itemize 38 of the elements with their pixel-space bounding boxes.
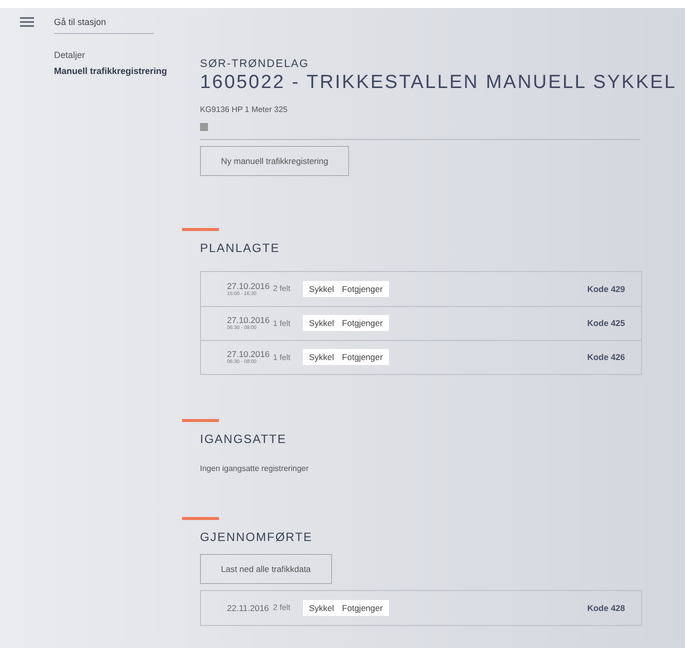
tag-label: Fotgjenger: [342, 284, 383, 294]
date-text: 27.10.2016: [227, 280, 271, 291]
accent-bar: [182, 516, 219, 520]
accent-bar: [182, 228, 219, 231]
county-heading: SØR-TRØNDELAG: [200, 58, 310, 70]
new-registration-button[interactable]: Ny manuell trafikkregistering: [200, 146, 350, 176]
code-text: Kode 426: [587, 352, 625, 362]
tag-label: Sykkel: [309, 352, 334, 362]
go-to-station-link[interactable]: Gå til stasjon: [54, 16, 154, 34]
date-text: 27.10.2016: [227, 315, 271, 326]
tag-label: Fotgjenger: [342, 602, 383, 613]
nav-link[interactable]: Manuell trafikkregistrering: [54, 66, 182, 76]
tag-label: Fotgjenger: [342, 318, 383, 328]
empty-message: Ingen igangsatte registreringer: [200, 464, 310, 473]
tag-label: Sykkel: [309, 318, 334, 328]
tag-label: Sykkel: [309, 602, 334, 613]
station-title: 1605022 - TRIKKESTALLEN MANUELL SYKKEL: [200, 72, 678, 95]
station-subtitle: KG9136 HP 1 Meter 325: [200, 104, 288, 114]
code-text: Kode 428: [587, 602, 625, 613]
registration-row[interactable]: 22.11.2016 2 felt Sykkel Fotgjenger Kode 428: [201, 590, 641, 625]
code-text: Kode 425: [587, 318, 625, 328]
tag-label: Fotgjenger: [342, 352, 383, 362]
download-button[interactable]: Last ned alle trafikkdata: [200, 554, 332, 584]
section-heading: GJENNOMFØRTE: [200, 530, 314, 544]
lanes-text: 2 felt: [273, 284, 292, 294]
date-text: 27.10.2016: [227, 349, 271, 360]
section-heading: PLANLAGTE: [200, 240, 281, 255]
lanes-text: 2 felt: [273, 603, 292, 612]
status-square-icon: [200, 122, 208, 131]
lanes-text: 1 felt: [273, 352, 292, 362]
section-heading: IGANGSATTE: [200, 432, 288, 446]
lanes-text: 1 felt: [273, 318, 292, 328]
tag-label: Sykkel: [309, 284, 334, 294]
date-text: 22.11.2016: [227, 602, 270, 613]
menu-icon[interactable]: [20, 17, 34, 27]
accent-bar: [182, 418, 219, 422]
code-text: Kode 429: [587, 284, 625, 294]
nav-link[interactable]: Detaljer: [54, 50, 182, 60]
